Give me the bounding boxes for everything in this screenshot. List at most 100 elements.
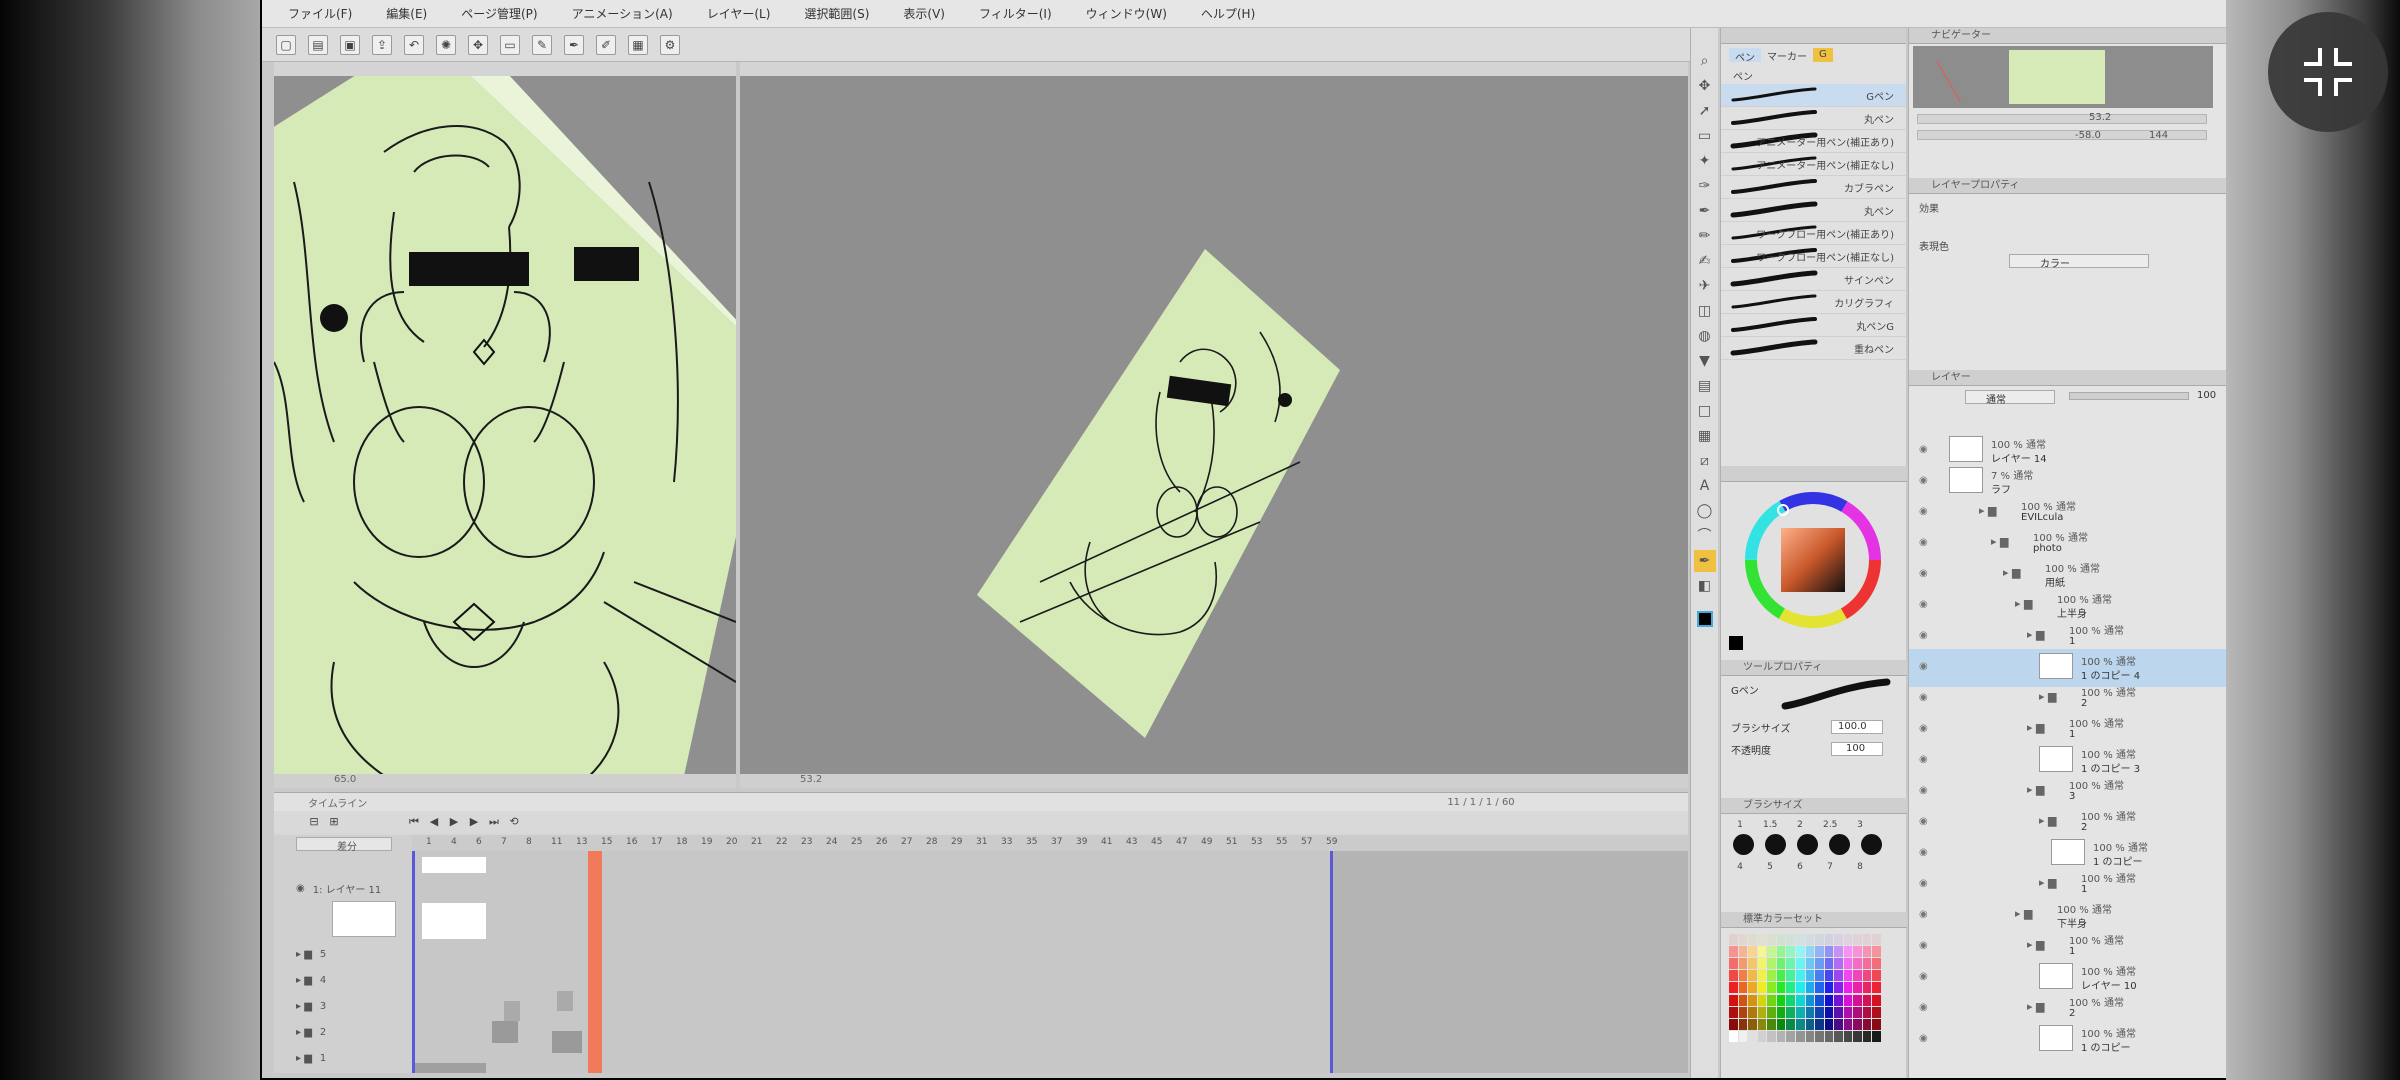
color-swatch[interactable] <box>1757 970 1767 982</box>
color-swatch[interactable] <box>1872 1006 1881 1018</box>
color-swatch[interactable] <box>1862 994 1872 1006</box>
eye-icon[interactable]: ◉ <box>1919 661 1928 672</box>
color-swatch[interactable] <box>1795 1018 1805 1030</box>
color-swatch[interactable] <box>1767 946 1776 958</box>
color-swatch[interactable] <box>1872 1030 1881 1042</box>
menu-layer[interactable]: レイヤー(L) <box>707 5 771 22</box>
zoom-in-icon[interactable]: ⊞ <box>328 816 340 828</box>
color-swatch[interactable] <box>1767 1018 1776 1030</box>
color-swatch[interactable] <box>1862 1018 1872 1030</box>
color-swatch[interactable] <box>1757 958 1767 970</box>
menu-animation[interactable]: アニメーション(A) <box>572 5 673 22</box>
color-swatch[interactable] <box>1815 958 1824 970</box>
color-swatch-grid[interactable] <box>1729 934 1881 1042</box>
eye-icon[interactable]: ◉ <box>1919 723 1928 734</box>
color-swatch[interactable] <box>1872 970 1881 982</box>
eye-icon[interactable]: ◉ <box>1919 630 1928 641</box>
color-swatch[interactable] <box>1815 934 1824 945</box>
canvas-view-left[interactable]: 65.0 <box>274 62 736 788</box>
first-frame-icon[interactable]: ⏮ <box>408 816 420 828</box>
color-swatch[interactable] <box>1767 934 1776 945</box>
color-swatch[interactable] <box>1738 1018 1748 1030</box>
size-dot[interactable] <box>1829 834 1850 855</box>
cel-block[interactable] <box>557 991 573 1011</box>
exit-fullscreen-button[interactable] <box>2268 12 2388 132</box>
color-swatch[interactable] <box>1824 1018 1834 1030</box>
brush-item[interactable]: 丸ペン <box>1721 107 1906 130</box>
color-swatch[interactable] <box>1748 970 1757 982</box>
color-swatch[interactable] <box>1795 970 1805 982</box>
brush-item[interactable]: 重ねペン <box>1721 337 1906 360</box>
color-swatch[interactable] <box>1824 1030 1834 1042</box>
loading-icon[interactable]: ✺ <box>436 34 456 55</box>
color-swatch[interactable] <box>1738 994 1748 1006</box>
sub-color-icon[interactable]: ◧ <box>1694 575 1716 597</box>
color-swatch[interactable] <box>1776 1030 1786 1042</box>
blend-mode-select[interactable]: 通常 <box>1965 390 2055 406</box>
correct-line-icon[interactable]: ⌒ <box>1694 525 1716 547</box>
pencil-tool-icon[interactable]: ✏ <box>1694 225 1716 247</box>
pen-icon[interactable]: ✒ <box>564 34 584 55</box>
color-swatch[interactable] <box>1729 970 1738 982</box>
color-swatch[interactable] <box>1729 934 1738 945</box>
color-swatch[interactable] <box>1776 1018 1786 1030</box>
eye-icon[interactable]: ◉ <box>1919 971 1928 982</box>
color-swatch[interactable] <box>1853 958 1862 970</box>
menu-window[interactable]: ウィンドウ(W) <box>1086 5 1167 22</box>
color-swatch[interactable] <box>1805 1018 1815 1030</box>
timeline-ruler[interactable]: 1 4 6 7 8 11 13 15 16 17 18 19 20 21 22 23 24 25 26 27 28 29 3… <box>412 835 1688 851</box>
color-swatch[interactable] <box>1738 982 1748 994</box>
balloon-tool-icon[interactable]: ◯ <box>1694 500 1716 522</box>
color-swatch[interactable] <box>1767 970 1776 982</box>
color-swatch[interactable] <box>1786 970 1795 982</box>
color-swatch[interactable] <box>1824 934 1834 945</box>
color-swatch[interactable] <box>1786 934 1795 945</box>
eye-icon[interactable]: ◉ <box>1919 568 1928 579</box>
color-swatch[interactable] <box>1815 982 1824 994</box>
color-swatch[interactable] <box>1738 934 1748 945</box>
color-swatch[interactable] <box>1776 994 1786 1006</box>
track-row[interactable]: ▸ ▆ 2 <box>274 1021 412 1043</box>
color-swatch[interactable] <box>1834 994 1843 1006</box>
eraser-tool-icon[interactable]: ◫ <box>1694 300 1716 322</box>
color-swatch[interactable] <box>1776 958 1786 970</box>
text-tool-icon[interactable]: A <box>1694 475 1716 497</box>
color-swatch[interactable] <box>1767 982 1776 994</box>
brush-item[interactable]: 丸ペン <box>1721 199 1906 222</box>
settings-icon[interactable]: ⚙ <box>660 34 680 55</box>
fill-icon[interactable]: ▦ <box>628 34 648 55</box>
color-swatch[interactable] <box>1853 970 1862 982</box>
color-swatch[interactable] <box>1786 982 1795 994</box>
airbrush-icon[interactable]: ✈ <box>1694 275 1716 297</box>
color-swatch[interactable] <box>1757 934 1767 945</box>
brush-item[interactable]: アニメーター用ペン(補正なし) <box>1721 153 1906 176</box>
color-swatch[interactable] <box>1805 934 1815 945</box>
playhead[interactable] <box>588 851 602 1073</box>
color-swatch[interactable] <box>1862 1006 1872 1018</box>
color-swatch[interactable] <box>1862 946 1872 958</box>
eye-icon[interactable]: ◉ <box>1919 475 1928 486</box>
color-swatch[interactable] <box>1729 1030 1738 1042</box>
color-swatch[interactable] <box>1824 1006 1834 1018</box>
brush-size-field[interactable]: 100.0 <box>1831 720 1883 734</box>
open-file-icon[interactable]: ▤ <box>308 34 328 55</box>
color-swatch[interactable] <box>1815 1018 1824 1030</box>
timeline-tracks[interactable] <box>412 851 1688 1073</box>
size-dot[interactable] <box>1861 834 1882 855</box>
size-dot[interactable] <box>1797 834 1818 855</box>
color-swatch[interactable] <box>1824 958 1834 970</box>
track-row[interactable]: ▸ ▆ 3 <box>274 995 412 1017</box>
brush-item[interactable]: カブラペン <box>1721 176 1906 199</box>
color-swatch[interactable] <box>1786 1018 1795 1030</box>
color-swatch[interactable] <box>1738 958 1748 970</box>
color-swatch[interactable] <box>1776 934 1786 945</box>
color-swatch[interactable] <box>1815 1030 1824 1042</box>
eye-icon[interactable]: ◉ <box>1919 816 1928 827</box>
color-swatch[interactable] <box>1853 934 1862 945</box>
next-frame-icon[interactable]: ▶ <box>468 816 480 828</box>
color-swatch[interactable] <box>1757 946 1767 958</box>
loop-icon[interactable]: ⟲ <box>508 816 520 828</box>
color-swatch[interactable] <box>1834 946 1843 958</box>
last-frame-icon[interactable]: ⏭ <box>488 816 500 828</box>
color-swatch[interactable] <box>1729 946 1738 958</box>
